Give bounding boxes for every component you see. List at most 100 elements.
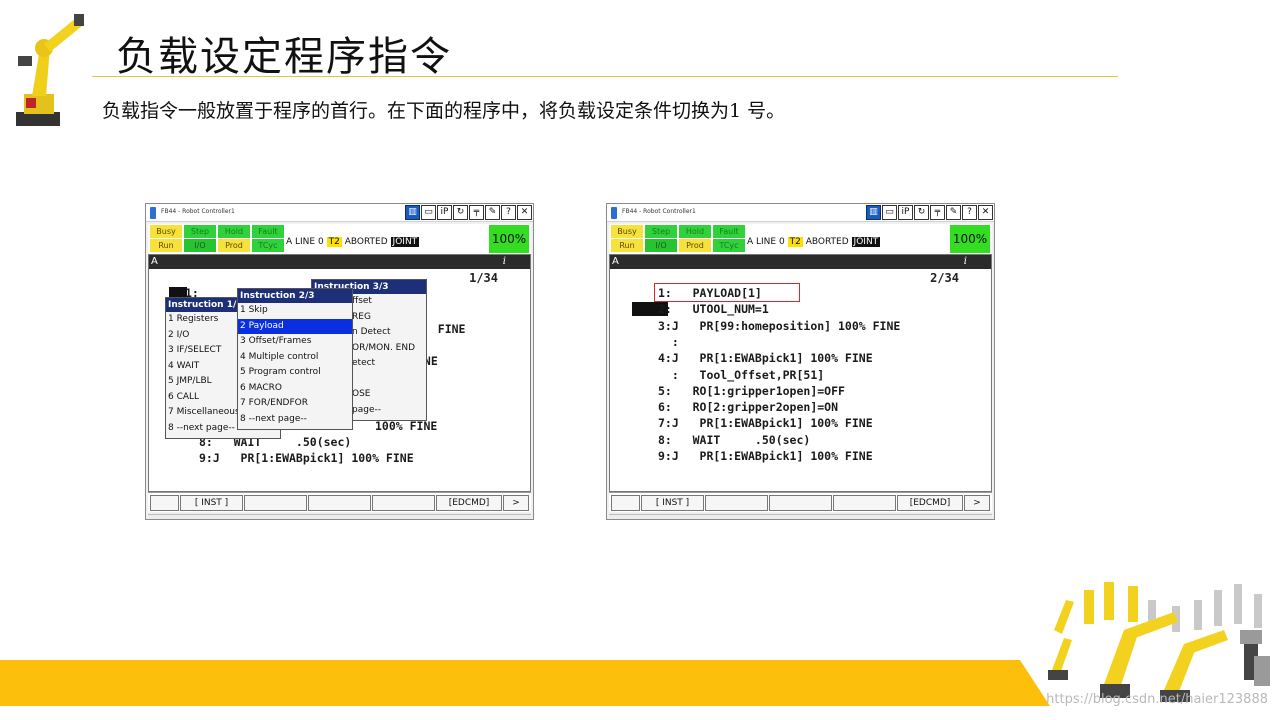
program-line-8[interactable]: 8: WAIT .50(sec) [658,432,810,448]
function-key-bar: [ INST ] [EDCMD] > [148,492,531,512]
teach-pendant-left: FB44 - Robot Controller1 ▥ ▭ iP ↻ ╤ ✎ ? … [145,203,534,520]
tree-icon[interactable]: ╤ [930,205,945,220]
refresh-icon[interactable]: ↻ [914,205,929,220]
page-number: 2/34 [930,271,959,285]
next-key[interactable]: > [503,495,529,511]
prod-led: Prod [679,239,711,252]
window-titlebar: FB44 - Robot Controller1 ▥ ▭ iP ↻ ╤ ✎ ? … [607,204,994,222]
screen-title: A [151,256,158,267]
next-key[interactable]: > [964,495,990,511]
instruction-menu-2: Instruction 2/3 1 Skip 2 Payload 3 Offse… [237,288,353,430]
menu-2-item-skip[interactable]: 1 Skip [238,303,352,319]
screen-header: A i [610,255,991,269]
refresh-icon[interactable]: ↻ [453,205,468,220]
prod-led: Prod [218,239,250,252]
edit-icon[interactable]: ✎ [485,205,500,220]
program-line-3[interactable]: 3:J PR[99:homeposition] 100% FINE [658,318,900,334]
window-title: FB44 - Robot Controller1 [161,208,235,215]
program-line-1[interactable]: 1: PAYLOAD[1] [658,285,762,301]
help-icon[interactable]: ? [962,205,977,220]
program-line-3-cont[interactable]: : [658,334,679,350]
titlebar-buttons: ▥ ▭ iP ↻ ╤ ✎ ? ✕ [405,205,532,220]
trash-icon[interactable]: ▥ [866,205,881,220]
program-line-7[interactable]: 7:J PR[1:EWABpick1] 100% FINE [658,415,873,431]
window-title: FB44 - Robot Controller1 [622,208,696,215]
info-icon[interactable]: i [503,255,506,269]
app-icon [150,207,156,219]
override-percent[interactable]: 100% [950,225,990,253]
program-line-9[interactable]: 9:J PR[1:EWABpick1] 100% FINE [658,448,873,464]
help-icon[interactable]: ? [501,205,516,220]
trash-icon[interactable]: ▥ [405,205,420,220]
bottom-accent-band [0,660,1050,706]
io-led: I/O [645,239,677,252]
hold-led: Hold [218,225,250,238]
program-line-9[interactable]: 9:J PR[1:EWABpick1] 100% FINE [199,450,414,466]
screen-header: A i [149,255,530,269]
screen-title: A [612,256,619,267]
close-icon[interactable]: ✕ [517,205,532,220]
f4-key[interactable] [308,495,371,511]
keyboard-icon[interactable]: ▭ [421,205,436,220]
program-line-6[interactable]: 6: RO[2:gripper2open]=ON [658,399,838,415]
f1-key[interactable] [611,495,640,511]
ip-button[interactable]: iP [437,205,452,220]
busy-led: Busy [611,225,643,238]
watermark: https://blog.csdn.net/haier123888 [1046,692,1268,707]
info-icon[interactable]: i [964,255,967,269]
f5-key[interactable] [833,495,896,511]
tree-icon[interactable]: ╤ [469,205,484,220]
program-state: ABORTED [805,237,849,247]
status-bar: Busy Step Hold Fault Run I/O Prod TCyc A… [609,224,992,254]
run-led: Run [611,239,643,252]
menu-2-item-payload[interactable]: 2 Payload [238,318,352,334]
function-key-bar: [ INST ] [EDCMD] > [609,492,992,512]
tcyc-led: TCyc [713,239,745,252]
f1-key[interactable] [150,495,179,511]
ip-button[interactable]: iP [898,205,913,220]
menu-2-item-offset-frames[interactable]: 3 Offset/Frames [238,334,352,350]
program-line-4[interactable]: 4:J PR[1:EWABpick1] 100% FINE [658,350,873,366]
inst-key[interactable]: [ INST ] [180,495,243,511]
menu-2-item-program-control[interactable]: 5 Program control [238,365,352,381]
line-status: A LINE 0 [747,237,785,247]
edit-icon[interactable]: ✎ [946,205,961,220]
close-icon[interactable]: ✕ [978,205,993,220]
fault-led: Fault [252,225,284,238]
override-percent[interactable]: 100% [489,225,529,253]
keyboard-icon[interactable]: ▭ [882,205,897,220]
menu-2-item-for-endfor[interactable]: 7 FOR/ENDFOR [238,396,352,412]
inst-key[interactable]: [ INST ] [641,495,704,511]
program-line-4-cont[interactable]: : Tool_Offset,PR[51] [658,367,824,383]
program-line-5[interactable]: 5: RO[1:gripper1open]=OFF [658,383,845,399]
menu-2-item-macro[interactable]: 6 MACRO [238,381,352,397]
step-led: Step [645,225,677,238]
edcmd-key[interactable]: [EDCMD] [897,495,963,511]
edcmd-key[interactable]: [EDCMD] [436,495,502,511]
f3-key[interactable] [705,495,768,511]
program-screen: A i 2/34 1: PAYLOAD[1] 2: UTOOL_NUM=1 3:… [609,254,992,492]
page-number: 1/34 [469,271,498,285]
f3-key[interactable] [244,495,307,511]
mode-badge: T2 [787,237,803,247]
hold-led: Hold [679,225,711,238]
status-text: A LINE 0 T2 ABORTED JOINT [286,237,420,247]
step-led: Step [184,225,216,238]
menu-2-item-multiple-control[interactable]: 4 Multiple control [238,350,352,366]
line-status: A LINE 0 [286,237,324,247]
f4-key[interactable] [769,495,832,511]
mode-badge: T2 [326,237,342,247]
busy-led: Busy [150,225,182,238]
scroll-stripe [609,514,992,519]
slide-title: 负载设定程序指令 [116,34,452,80]
program-line-2[interactable]: 2: UTOOL_NUM=1 [658,301,769,317]
robot-group-illustration [1048,582,1270,702]
title-rule [92,76,1118,77]
coord-badge: JOINT [390,237,420,247]
run-led: Run [150,239,182,252]
menu-2-item-next-page[interactable]: 8 --next page-- [238,412,352,428]
f5-key[interactable] [372,495,435,511]
menu-2-header: Instruction 2/3 [238,289,352,303]
app-icon [611,207,617,219]
status-bar: Busy Step Hold Fault Run I/O Prod TCyc A… [148,224,531,254]
